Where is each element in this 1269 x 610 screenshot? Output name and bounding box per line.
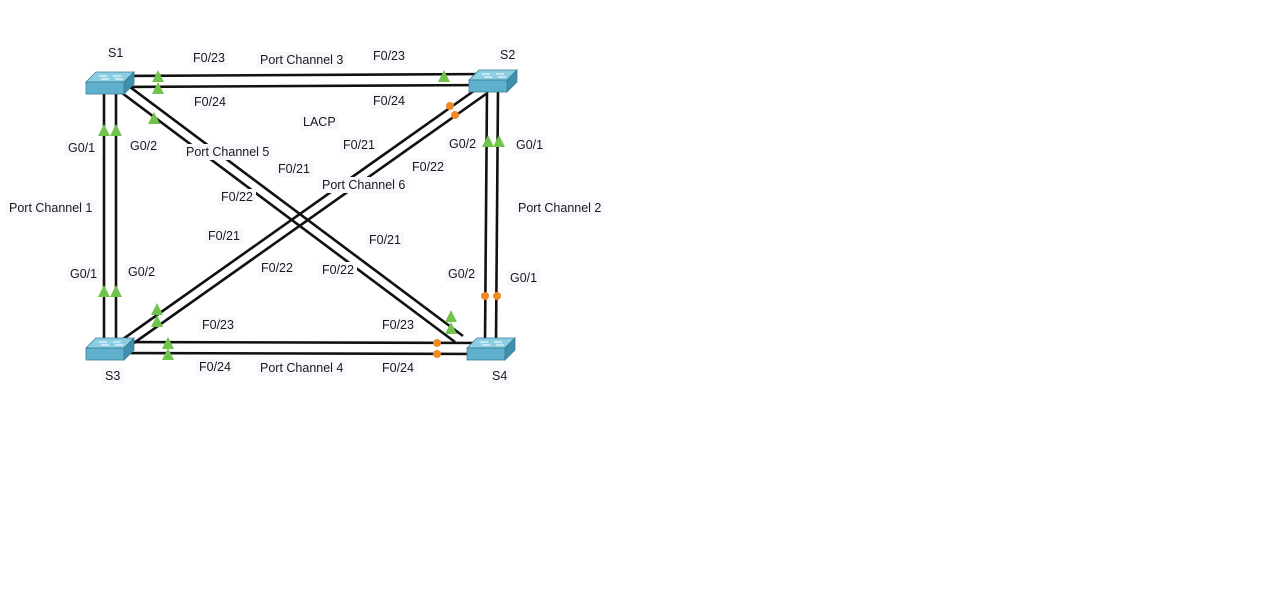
link-group-port-channel-3: [111, 72, 493, 89]
switch-icon: [468, 69, 518, 93]
port-label: F0/22: [322, 263, 354, 277]
status-blocked-icon: [446, 102, 454, 110]
port-channel-label: Port Channel 4: [260, 361, 343, 375]
port-label: G0/1: [68, 141, 95, 155]
port-label: G0/1: [510, 271, 537, 285]
status-up-icon: [110, 124, 122, 136]
status-up-icon: [445, 310, 457, 322]
port-label: G0/2: [130, 139, 157, 153]
port-label: F0/23: [382, 318, 414, 332]
port-label: F0/24: [373, 94, 405, 108]
network-topology-diagram: S1 S2 S3 S4 LACP Port Channel 3 Port Cha…: [6, 45, 605, 384]
port-channel-label: Port Channel 5: [186, 145, 269, 159]
port-channel-label: Port Channel 1: [9, 201, 92, 215]
port-label: G0/2: [449, 137, 476, 151]
status-blocked-icon: [481, 292, 489, 300]
status-blocked-icon: [451, 111, 459, 119]
device-label-s4: S4: [492, 369, 507, 383]
port-label: G0/2: [128, 265, 155, 279]
switch-s1[interactable]: [85, 71, 135, 95]
status-blocked-icon: [493, 292, 501, 300]
switch-s2[interactable]: [468, 69, 518, 93]
link-group-port-channel-5: [117, 82, 464, 344]
port-label: G0/2: [448, 267, 475, 281]
port-label: F0/24: [194, 95, 226, 109]
switch-icon: [85, 71, 135, 95]
device-label-s1: S1: [108, 46, 123, 60]
port-channel-label: Port Channel 3: [260, 53, 343, 67]
protocol-label: LACP: [303, 115, 336, 129]
switch-s4[interactable]: [466, 337, 516, 361]
port-label: F0/23: [202, 318, 234, 332]
port-label: G0/1: [516, 138, 543, 152]
link-s1-s2-f024: [111, 83, 493, 89]
port-label: G0/1: [70, 267, 97, 281]
status-up-icon: [110, 285, 122, 297]
switch-icon: [85, 337, 135, 361]
link-group-port-channel-2: [483, 89, 500, 343]
port-label: F0/23: [373, 49, 405, 63]
port-label: F0/21: [208, 229, 240, 243]
status-up-icon: [482, 135, 494, 147]
device-label-s2: S2: [500, 48, 515, 62]
port-channel-label: Port Channel 6: [322, 178, 405, 192]
status-up-icon: [493, 135, 505, 147]
status-blocked-icon: [433, 350, 441, 358]
status-up-icon: [438, 70, 450, 82]
link-s1-s4-f022: [125, 82, 464, 338]
port-label: F0/21: [278, 162, 310, 176]
port-label: F0/22: [261, 261, 293, 275]
port-label: F0/24: [199, 360, 231, 374]
status-up-icon: [98, 124, 110, 136]
link-s1-s4-f021: [117, 88, 456, 344]
port-label: F0/22: [412, 160, 444, 174]
port-label: F0/24: [382, 361, 414, 375]
switch-icon: [466, 337, 516, 361]
switch-s3[interactable]: [85, 337, 135, 361]
port-label: F0/22: [221, 190, 253, 204]
device-label-s3: S3: [105, 369, 120, 383]
link-s1-s2-f023: [111, 72, 493, 78]
port-label: F0/23: [193, 51, 225, 65]
port-label: F0/21: [343, 138, 375, 152]
link-s2-s4-g02: [483, 89, 489, 343]
status-up-icon: [151, 303, 163, 315]
port-channel-label: Port Channel 2: [518, 201, 601, 215]
port-label: F0/21: [369, 233, 401, 247]
link-s2-s4-g01: [494, 89, 500, 343]
status-blocked-icon: [433, 339, 441, 347]
status-up-icon: [98, 285, 110, 297]
